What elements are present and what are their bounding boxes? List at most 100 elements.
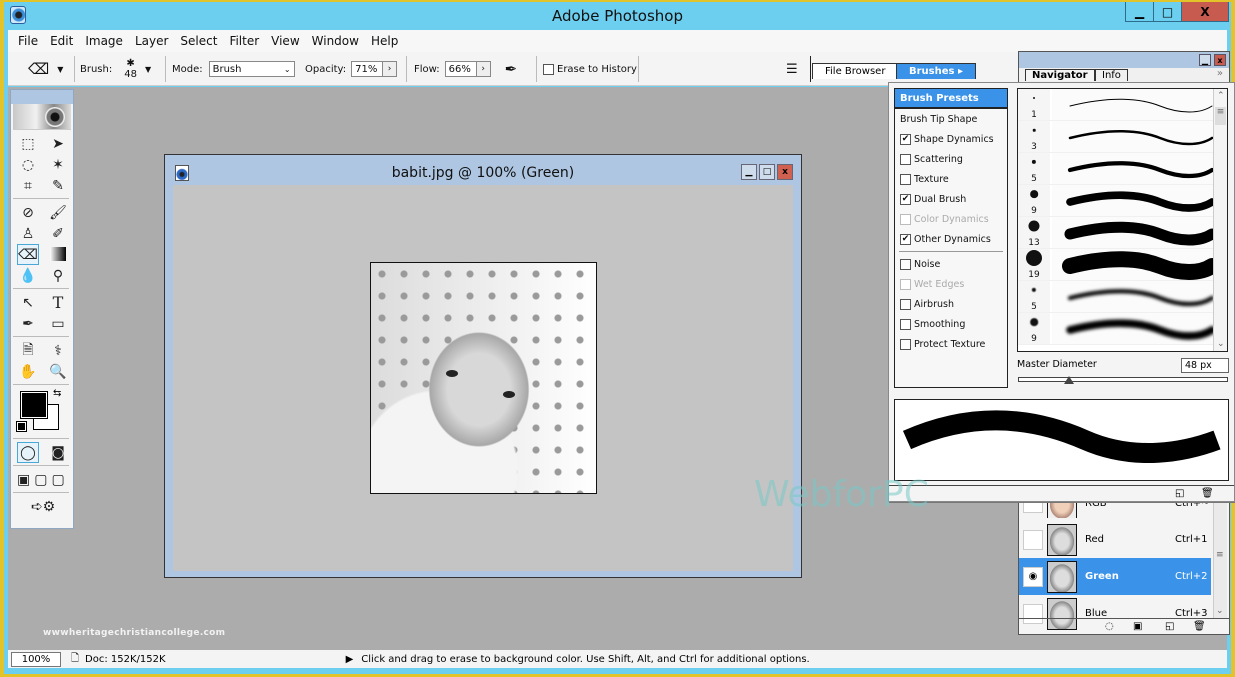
maximize-button[interactable]: □ <box>1154 2 1182 21</box>
trash-icon[interactable]: 🗑 <box>1201 488 1214 499</box>
foreground-color-swatch[interactable] <box>20 391 48 419</box>
load-channel-as-selection-icon[interactable]: ◌ <box>1105 621 1114 632</box>
checkbox[interactable] <box>900 318 911 330</box>
brush-option-scattering[interactable]: Scattering <box>895 149 1007 169</box>
menu-filter[interactable]: Filter <box>223 34 265 48</box>
quick-mask-mode-icon[interactable]: ◙ <box>47 442 69 463</box>
crop-tool-icon[interactable]: ⌗ <box>17 175 39 196</box>
brush-option-other-dynamics[interactable]: ✔ Other Dynamics <box>895 229 1007 249</box>
palette-menu-icon[interactable]: ☰ <box>786 52 798 86</box>
brush-option-shape-dynamics[interactable]: ✔ Shape Dynamics <box>895 129 1007 149</box>
brush-option-brush-tip-shape[interactable]: Brush Tip Shape <box>895 109 1007 129</box>
checkbox[interactable] <box>900 298 911 310</box>
scroll-up-icon[interactable]: ⌃ <box>1217 91 1225 101</box>
panel-minimize-button[interactable]: ▁ <box>1199 54 1211 66</box>
channel-row-red[interactable]: Red Ctrl+1 <box>1019 521 1211 558</box>
opacity-field[interactable]: 71% <box>351 61 384 77</box>
eye-icon[interactable]: ◉ <box>1023 566 1043 587</box>
checkbox[interactable] <box>900 173 911 185</box>
channels-scrollbar[interactable]: ≡ ⌄ <box>1213 502 1227 618</box>
tab-brushes[interactable]: Brushes ▸ <box>896 63 976 79</box>
menu-file[interactable]: File <box>12 34 44 48</box>
save-selection-as-channel-icon[interactable]: ▣ <box>1133 621 1142 632</box>
type-tool-icon[interactable]: T <box>47 292 69 313</box>
checkbox[interactable]: ✔ <box>900 233 911 245</box>
close-button[interactable]: X <box>1182 2 1228 21</box>
checkbox[interactable] <box>900 338 911 350</box>
document-icon[interactable]: 🗋 <box>71 651 79 668</box>
full-screen-mode-icon[interactable]: ▢ <box>51 472 64 488</box>
brush-preset[interactable]: 1 <box>1018 89 1227 121</box>
master-diameter-slider[interactable] <box>1018 376 1228 384</box>
default-colors-icon[interactable] <box>16 421 27 432</box>
panel-close-button[interactable]: x <box>1214 54 1226 66</box>
checkbox[interactable] <box>900 278 911 290</box>
full-screen-menu-mode-icon[interactable]: ▢ <box>34 472 47 488</box>
brush-preset[interactable]: 5 <box>1018 153 1227 185</box>
zoom-tool-icon[interactable]: 🔍 <box>47 361 69 382</box>
healing-brush-tool-icon[interactable]: ⊘ <box>17 202 39 223</box>
hand-tool-icon[interactable]: ✋ <box>17 361 39 382</box>
brush-preset[interactable]: 9 <box>1018 185 1227 217</box>
gradient-tool-icon[interactable] <box>50 247 66 261</box>
brush-option-protect-texture[interactable]: Protect Texture <box>895 334 1007 354</box>
document-maximize-button[interactable]: □ <box>759 164 775 180</box>
tab-file-browser[interactable]: File Browser <box>812 63 899 79</box>
menu-edit[interactable]: Edit <box>44 34 79 48</box>
menu-image[interactable]: Image <box>79 34 129 48</box>
erase-to-history-checkbox[interactable] <box>543 63 554 75</box>
blur-tool-icon[interactable]: 💧 <box>17 265 39 286</box>
jump-to-imageready-icon[interactable]: ➪⚙ <box>17 496 69 517</box>
checkbox[interactable]: ✔ <box>900 193 911 205</box>
adobe-online-logo[interactable] <box>13 104 71 130</box>
dodge-tool-icon[interactable]: ⚲ <box>47 265 69 286</box>
brush-option-noise[interactable]: Noise <box>895 254 1007 274</box>
eraser-tool-icon[interactable]: ⌫ <box>17 244 39 265</box>
erase-to-history-toggle[interactable]: Erase to History <box>543 52 637 86</box>
tab-navigator[interactable]: Navigator <box>1025 69 1095 81</box>
trash-icon[interactable]: 🗑 <box>1193 621 1206 632</box>
toolbox-header[interactable] <box>11 90 73 104</box>
menu-layer[interactable]: Layer <box>129 34 174 48</box>
notes-tool-icon[interactable]: 🗎 <box>17 340 39 361</box>
menu-select[interactable]: Select <box>174 34 223 48</box>
checkbox[interactable] <box>900 258 911 270</box>
doc-size[interactable]: Doc: 152K/152K <box>85 654 166 665</box>
brush-option-airbrush[interactable]: Airbrush <box>895 294 1007 314</box>
brush-tool-icon[interactable]: 🖌 <box>47 202 69 223</box>
brush-preset[interactable]: 13 <box>1018 217 1227 249</box>
scroll-down-icon[interactable]: ⌄ <box>1216 606 1224 616</box>
clone-stamp-tool-icon[interactable]: ♙ <box>17 223 39 244</box>
play-icon[interactable]: ▶ <box>346 654 354 665</box>
brush-presets-button[interactable]: Brush Presets <box>895 89 1007 109</box>
mode-select[interactable]: Brush ⌄ <box>208 61 295 77</box>
tool-preset-picker[interactable]: ⌫ ▼ <box>28 52 63 86</box>
tab-info[interactable]: Info <box>1095 69 1128 81</box>
swap-colors-icon[interactable]: ⇆ <box>53 388 61 399</box>
presets-scrollbar[interactable]: ⌃ ≡ ⌄ <box>1213 89 1227 351</box>
brush-preset[interactable]: 19 <box>1018 249 1227 281</box>
standard-screen-mode-icon[interactable]: ▣ <box>17 472 30 488</box>
brush-picker[interactable]: Brush: ✱ 48 ▼ <box>80 52 151 86</box>
new-channel-icon[interactable]: ◱ <box>1165 621 1174 632</box>
panel-menu-icon[interactable]: » <box>1217 68 1223 79</box>
brush-preset[interactable]: 9 <box>1018 313 1227 345</box>
document-minimize-button[interactable]: ▁ <box>741 164 757 180</box>
eyedropper-tool-icon[interactable]: ⚕ <box>47 340 69 361</box>
scroll-thumb[interactable]: ≡ <box>1215 107 1226 125</box>
flow-slider-button[interactable]: › <box>476 61 491 77</box>
marquee-tool-icon[interactable]: ⬚ <box>17 133 39 154</box>
shape-tool-icon[interactable]: ▭ <box>47 313 69 334</box>
navigator-panel-header[interactable]: ▁ x <box>1019 52 1229 68</box>
brush-option-texture[interactable]: Texture <box>895 169 1007 189</box>
minimize-button[interactable]: ▁ <box>1126 2 1154 21</box>
baby-photo-image[interactable] <box>370 262 597 494</box>
checkbox[interactable]: ✔ <box>900 133 911 145</box>
zoom-level-field[interactable]: 100% <box>11 651 61 667</box>
magic-wand-tool-icon[interactable]: ✶ <box>47 154 69 175</box>
history-brush-tool-icon[interactable]: ✐ <box>47 223 69 244</box>
brush-option-dual-brush[interactable]: ✔ Dual Brush <box>895 189 1007 209</box>
master-diameter-field[interactable]: 48 px <box>1181 358 1229 373</box>
document-close-button[interactable]: x <box>777 164 793 180</box>
brush-option-wet-edges[interactable]: Wet Edges <box>895 274 1007 294</box>
